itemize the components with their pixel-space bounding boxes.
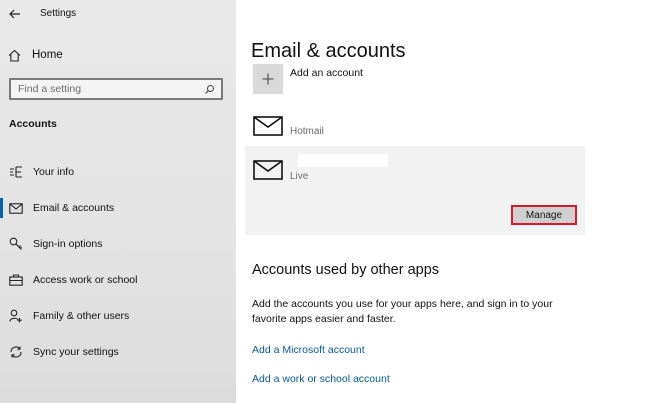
person-add-icon	[8, 308, 24, 324]
account-email-redacted	[298, 154, 388, 167]
main-content: Email & accounts Add an account Hotmail …	[236, 0, 650, 403]
sidebar-item-sync[interactable]: Sync your settings	[0, 334, 236, 370]
add-account-label[interactable]: Add an account	[290, 67, 363, 79]
sidebar-item-label: Your info	[33, 166, 75, 178]
back-arrow-icon	[9, 9, 20, 19]
add-microsoft-account-link[interactable]: Add a Microsoft account	[252, 344, 365, 356]
sidebar-nav: Your info Email & accounts Sign-in optio…	[0, 154, 236, 370]
sidebar-item-family[interactable]: Family & other users	[0, 298, 236, 334]
add-work-school-account-link[interactable]: Add a work or school account	[252, 373, 390, 385]
app-title: Settings	[40, 8, 77, 19]
manage-button[interactable]: Manage	[511, 205, 577, 225]
other-apps-description: Add the accounts you use for your apps h…	[252, 298, 553, 325]
mail-icon	[253, 160, 283, 180]
sidebar-item-label: Sync your settings	[33, 346, 119, 358]
sidebar-item-label: Email & accounts	[33, 202, 115, 214]
home-nav-item[interactable]: Home	[8, 46, 63, 64]
search-input[interactable]	[11, 82, 201, 96]
mail-icon	[8, 200, 24, 216]
sidebar: Settings Home Accounts Your info	[0, 0, 236, 403]
account-type-label: Hotmail	[290, 126, 324, 137]
person-card-icon	[8, 164, 24, 180]
search-icon[interactable]	[201, 81, 217, 97]
home-label: Home	[32, 49, 63, 61]
search-box[interactable]	[9, 78, 223, 100]
sidebar-item-label: Sign-in options	[33, 238, 103, 250]
back-button[interactable]	[8, 7, 22, 21]
sync-icon	[8, 344, 24, 360]
sidebar-item-sign-in-options[interactable]: Sign-in options	[0, 226, 236, 262]
key-icon	[8, 236, 24, 252]
sidebar-item-label: Access work or school	[33, 274, 138, 286]
sidebar-item-access-work[interactable]: Access work or school	[0, 262, 236, 298]
title-bar	[8, 4, 22, 24]
mail-icon	[253, 116, 283, 136]
sidebar-item-email-accounts[interactable]: Email & accounts	[0, 190, 236, 226]
home-icon	[8, 49, 21, 62]
briefcase-icon	[8, 272, 24, 288]
add-account-button[interactable]	[253, 64, 283, 94]
account-item-live[interactable]: Live Manage	[245, 146, 585, 235]
sidebar-item-your-info[interactable]: Your info	[0, 154, 236, 190]
sidebar-item-label: Family & other users	[33, 310, 130, 322]
account-type-label: Live	[290, 171, 309, 182]
section-title: Accounts	[9, 118, 57, 130]
plus-icon	[262, 73, 274, 85]
page-title: Email & accounts	[251, 40, 406, 62]
other-apps-heading: Accounts used by other apps	[252, 262, 440, 278]
